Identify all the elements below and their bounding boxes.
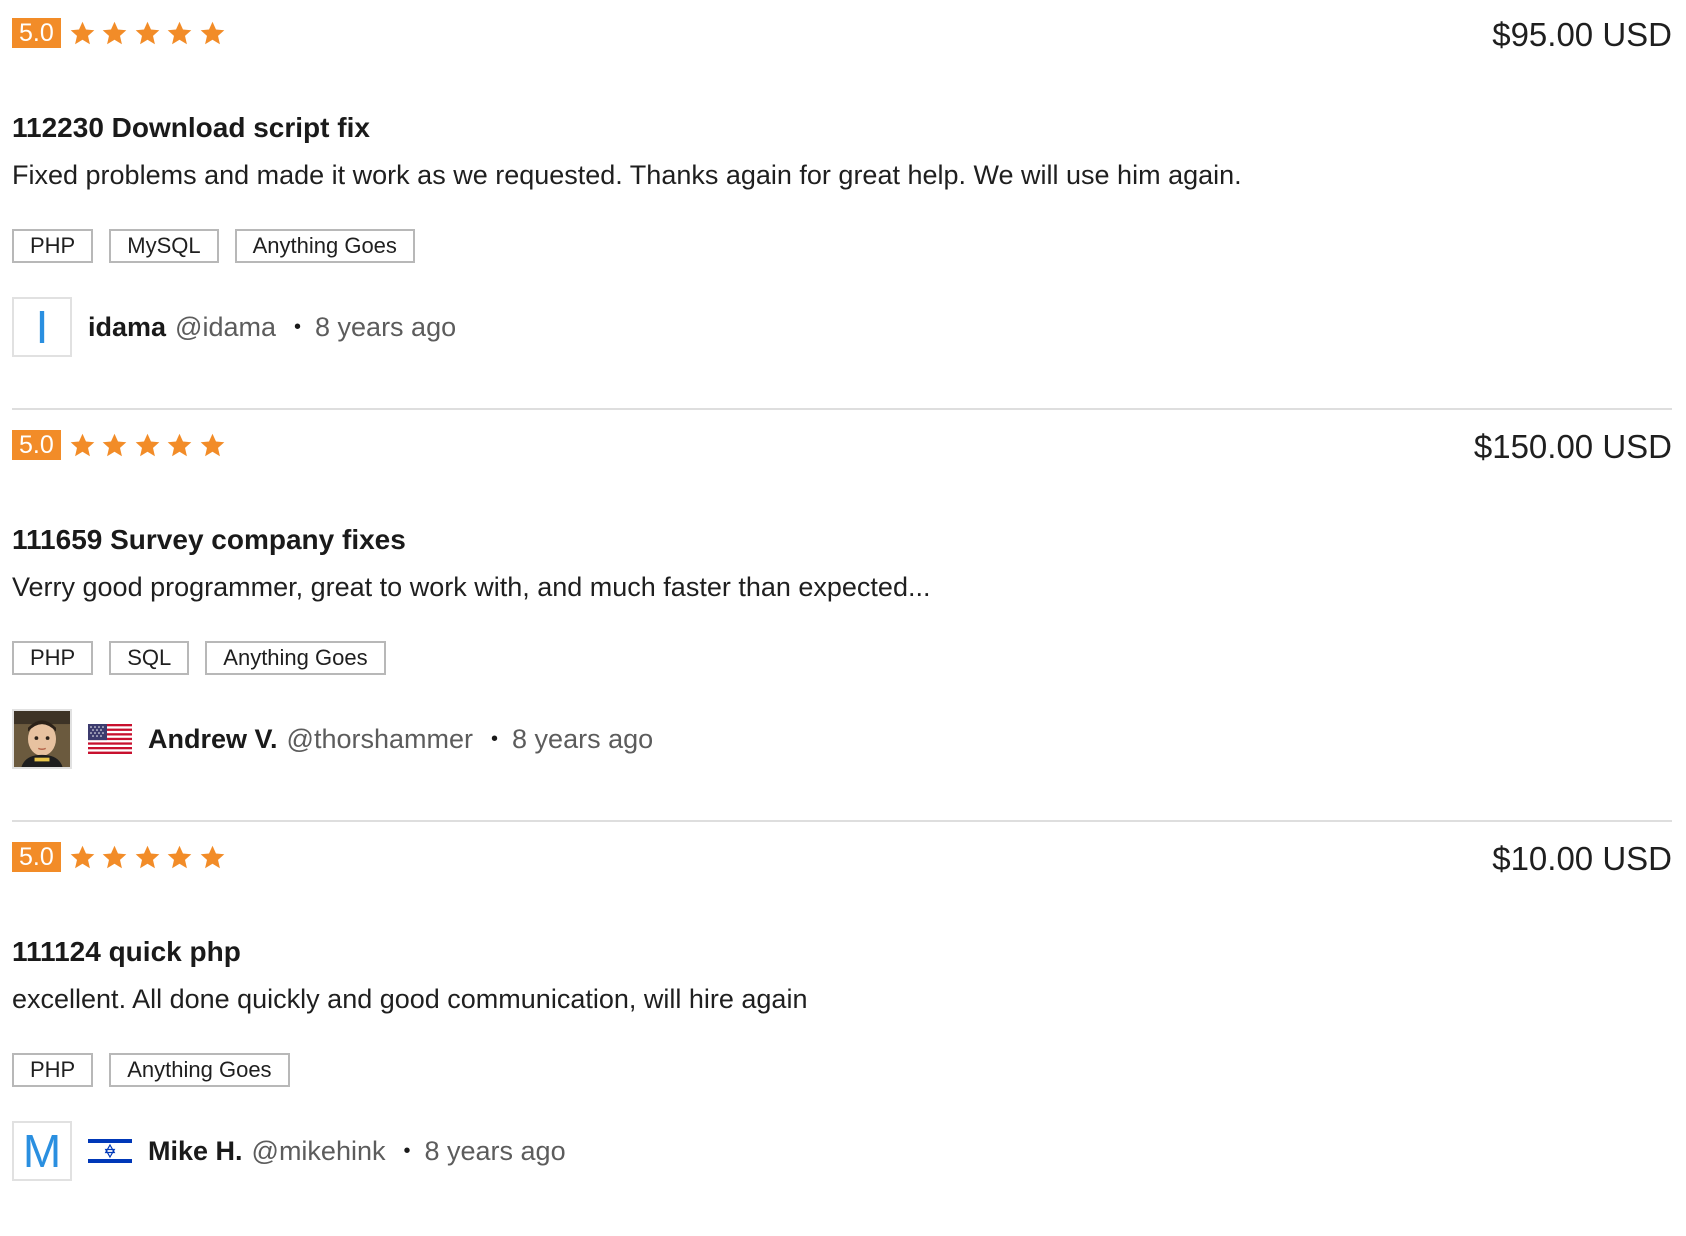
avatar[interactable]: I — [12, 297, 72, 357]
rating-score-badge: 5.0 — [12, 18, 61, 48]
review-text: excellent. All done quickly and good com… — [12, 984, 808, 1014]
skill-tag[interactable]: SQL — [109, 641, 190, 675]
reviewer-name[interactable]: Andrew V. — [148, 724, 278, 755]
star-icon — [70, 845, 95, 868]
star-rating — [69, 432, 232, 459]
skill-tag[interactable]: Anything Goes — [109, 1053, 290, 1087]
project-price: $150.00 USD — [1473, 428, 1672, 465]
star-icon — [167, 21, 192, 44]
project-title: 111659 Survey company fixes — [12, 524, 406, 555]
star-icon — [70, 21, 95, 44]
rating-score-badge: 5.0 — [12, 430, 61, 460]
review-item: 5.0 $150.00 USD 111659 Survey company fi… — [12, 412, 1672, 824]
review-time: 8 years ago — [424, 1135, 566, 1166]
star-icon — [135, 845, 160, 868]
star-rating — [69, 20, 232, 47]
star-icon — [102, 21, 127, 44]
star-rating — [69, 844, 232, 871]
star-icon — [102, 433, 127, 456]
star-icon — [200, 21, 225, 44]
skill-tag[interactable]: PHP — [12, 641, 94, 675]
project-price: $95.00 USD — [1492, 16, 1672, 53]
review-text: Fixed problems and made it work as we re… — [12, 160, 1242, 190]
reviewer-name[interactable]: Mike H. — [148, 1136, 243, 1167]
reviewer-username[interactable]: @thorshammer — [287, 724, 473, 755]
dot-separator: • — [403, 1139, 411, 1162]
divider — [12, 408, 1672, 410]
project-price: $10.00 USD — [1492, 840, 1672, 877]
star-icon — [70, 433, 95, 456]
review-item: 5.0 $10.00 USD 111124 quick php excellen… — [12, 824, 1672, 1236]
reviewer-username[interactable]: @idama — [175, 312, 276, 343]
avatar-letter: I — [35, 301, 49, 353]
star-icon — [200, 845, 225, 868]
rating-row: 5.0 — [12, 842, 231, 872]
star-icon — [167, 845, 192, 868]
rating-row: 5.0 — [12, 18, 231, 48]
skill-tags: PHP SQL Anything Goes — [12, 641, 402, 675]
star-icon — [167, 433, 192, 456]
israel-flag-icon — [88, 1136, 132, 1166]
us-flag-icon — [88, 724, 132, 754]
skill-tags: PHP MySQL Anything Goes — [12, 229, 431, 263]
project-title: 111124 quick php — [12, 936, 241, 967]
reviewer-row: I idama @idama • 8 years ago — [12, 295, 456, 359]
divider — [12, 820, 1672, 822]
skill-tag[interactable]: PHP — [12, 1053, 94, 1087]
skill-tag[interactable]: PHP — [12, 229, 94, 263]
rating-row: 5.0 — [12, 430, 231, 460]
star-icon — [102, 845, 127, 868]
skill-tag[interactable]: Anything Goes — [234, 229, 415, 263]
review-text: Verry good programmer, great to work wit… — [12, 572, 931, 602]
star-icon — [200, 433, 225, 456]
avatar[interactable]: M — [12, 1121, 72, 1181]
review-time: 8 years ago — [512, 723, 654, 754]
avatar[interactable] — [12, 709, 72, 769]
skill-tags: PHP Anything Goes — [12, 1053, 306, 1087]
project-title: 112230 Download script fix — [12, 112, 370, 143]
reviewer-row: M Mike H. @mikehink • 8 years ago — [12, 1119, 566, 1183]
dot-separator: • — [491, 727, 499, 750]
avatar-photo — [14, 711, 70, 767]
dot-separator: • — [294, 315, 302, 338]
reviewer-username[interactable]: @mikehink — [252, 1136, 386, 1167]
reviewer-name[interactable]: idama — [88, 312, 166, 343]
star-icon — [135, 21, 160, 44]
skill-tag[interactable]: MySQL — [109, 229, 219, 263]
skill-tag[interactable]: Anything Goes — [205, 641, 386, 675]
review-time: 8 years ago — [315, 311, 457, 342]
star-icon — [135, 433, 160, 456]
rating-score-badge: 5.0 — [12, 842, 61, 872]
review-item: 5.0 $95.00 USD 112230 Download script fi… — [12, 0, 1672, 412]
reviewer-row: Andrew V. @thorshammer • 8 years ago — [12, 707, 653, 771]
avatar-letter: M — [22, 1125, 62, 1177]
